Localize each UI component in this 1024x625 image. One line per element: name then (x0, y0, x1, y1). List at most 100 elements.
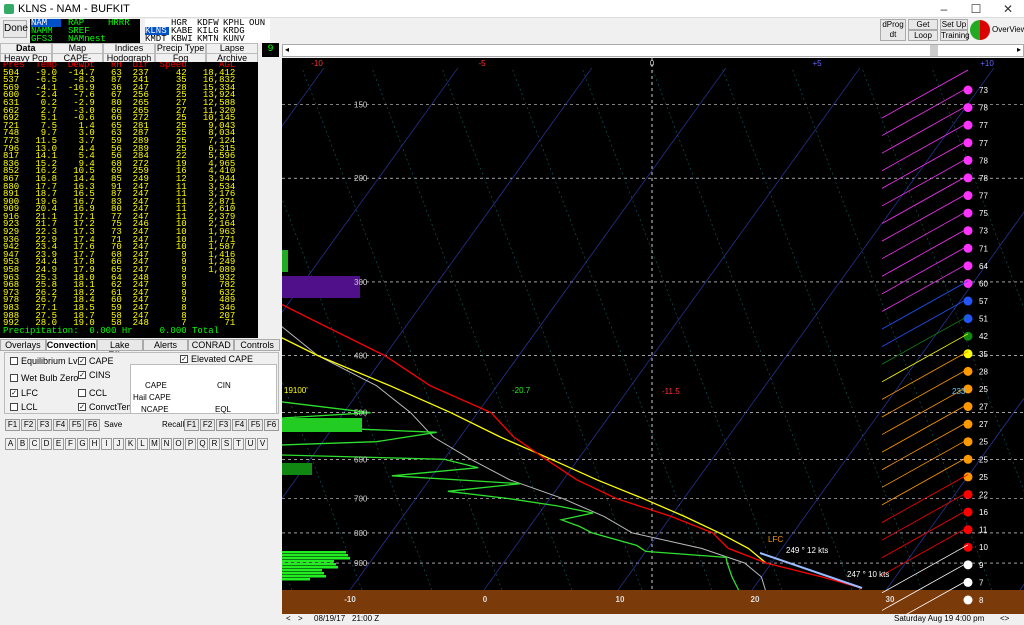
equilibrium-checkbox[interactable]: Equilibrium Lvl (10, 356, 80, 366)
model-hrrr[interactable]: HRRR (108, 19, 130, 28)
done-button[interactable]: Done (3, 20, 28, 38)
tab-convection[interactable]: Convection (45, 339, 97, 351)
letter-button[interactable]: G (77, 438, 88, 450)
fkey-button[interactable]: F1 (5, 419, 20, 431)
overview-button[interactable]: OverView (992, 25, 1024, 34)
level-value: 78 (979, 174, 988, 183)
station[interactable]: KUNV (223, 35, 245, 44)
fkey-button[interactable]: F5 (248, 419, 263, 431)
training-button[interactable]: Training (940, 30, 970, 41)
elevated-cape-checkbox[interactable]: ✓ Elevated CAPE (180, 354, 253, 364)
top-scale-label: +5 (812, 59, 822, 68)
model-gfs3[interactable]: GFS3 (31, 35, 53, 44)
letter-button[interactable]: F (65, 438, 76, 450)
lcl-checkbox[interactable]: LCL (10, 402, 38, 412)
tab-alerts[interactable]: Alerts (142, 339, 189, 351)
lfc-checkbox[interactable]: ✓ LFC (10, 388, 38, 398)
fkey-button[interactable]: F2 (200, 419, 215, 431)
fkey-button[interactable]: F1 (184, 419, 199, 431)
ccl-checkbox[interactable]: CCL (78, 388, 107, 398)
letter-button[interactable]: N (161, 438, 172, 450)
letter-button[interactable]: A (5, 438, 16, 450)
scroll-right-arrow[interactable]: ▸ (1017, 45, 1021, 54)
letter-button[interactable]: U (245, 438, 256, 450)
status-time: 21:00 Z (352, 614, 380, 623)
letter-button[interactable]: C (29, 438, 40, 450)
level-value: 35 (979, 350, 988, 359)
get-data-button[interactable]: Get Data (908, 19, 938, 38)
level-value: 78 (979, 104, 988, 113)
letter-button[interactable]: J (113, 438, 124, 450)
dprog-button[interactable]: dProg dt (880, 19, 906, 41)
cape-label: CAPE (145, 381, 167, 390)
level-dot (963, 454, 973, 464)
fkey-button[interactable]: F6 (264, 419, 279, 431)
station[interactable]: KBWI (171, 35, 193, 44)
level-value: 9 (979, 561, 984, 570)
letter-button[interactable]: Q (197, 438, 208, 450)
level-dot (963, 226, 973, 236)
skew-t-plot[interactable]: 150200300400500600700800900-10 -5 0 +5 +10-1… (282, 58, 1024, 614)
station[interactable]: KMTN (197, 35, 219, 44)
level-value: 28 (979, 367, 988, 376)
setup-button[interactable]: Set Up (940, 19, 968, 30)
model-namnest[interactable]: NAMnest (68, 35, 106, 44)
tab-lake-effect[interactable]: Lake Effect (96, 339, 143, 360)
cape-checkbox[interactable]: ✓ CAPE (78, 356, 114, 366)
level-bar (282, 566, 338, 569)
level-dot (963, 261, 973, 271)
prev-arrow[interactable]: < (286, 614, 291, 623)
fkey-button[interactable]: F5 (69, 419, 84, 431)
level-dot (963, 138, 973, 148)
scroll-left-arrow[interactable]: ◂ (285, 45, 289, 54)
level-dot (963, 525, 973, 535)
loop-button[interactable]: Loop (908, 30, 938, 41)
fkey-button[interactable]: F3 (216, 419, 231, 431)
level-dot (963, 349, 973, 359)
letter-button[interactable]: S (221, 438, 232, 450)
pressure-label: 200 (354, 174, 368, 183)
letter-button[interactable]: V (257, 438, 268, 450)
timeline-slider[interactable]: ◂ ▸ (282, 44, 1024, 57)
fkey-button[interactable]: F3 (37, 419, 52, 431)
cins-checkbox[interactable]: ✓ CINS (78, 370, 111, 380)
minimize-button[interactable]: – (928, 0, 960, 18)
next-arrow[interactable]: > (298, 614, 303, 623)
letter-button[interactable]: L (137, 438, 148, 450)
fkey-button[interactable]: F4 (232, 419, 247, 431)
level-dot (963, 296, 973, 306)
station[interactable]: OUN (249, 19, 265, 28)
level-value: 25 (979, 473, 988, 482)
top-scale-label: +10 (980, 59, 994, 68)
maximize-button[interactable]: ☐ (960, 0, 992, 18)
station[interactable]: KMDT (145, 35, 167, 44)
slider-thumb[interactable] (930, 45, 938, 56)
tab-conrad[interactable]: CONRAD (188, 339, 235, 351)
status-date: 08/19/17 (314, 614, 346, 623)
tab-controls[interactable]: Controls (234, 339, 280, 351)
letter-button[interactable]: E (53, 438, 64, 450)
wet-bulb-checkbox[interactable]: Wet Bulb Zero (10, 373, 78, 383)
fkey-button[interactable]: F6 (85, 419, 100, 431)
fkey-button[interactable]: F2 (21, 419, 36, 431)
letter-button[interactable]: H (89, 438, 100, 450)
level-value: 77 (979, 192, 988, 201)
letter-button[interactable]: M (149, 438, 160, 450)
letter-button[interactable]: D (41, 438, 52, 450)
overview-icon[interactable] (970, 20, 990, 40)
letter-button[interactable]: K (125, 438, 136, 450)
close-button[interactable]: ✕ (992, 0, 1024, 18)
letter-button[interactable]: P (185, 438, 196, 450)
status-arrows[interactable]: <> (1000, 614, 1009, 623)
letter-button[interactable]: O (173, 438, 184, 450)
letter-button[interactable]: B (17, 438, 28, 450)
level-value: 77 (979, 121, 988, 130)
level-dot (963, 419, 973, 429)
letter-button[interactable]: I (101, 438, 112, 450)
level-bar (282, 563, 336, 566)
precip-summary: Precipitation: 0.000 Hr 0.000 Total (3, 325, 220, 336)
tab-overlays[interactable]: Overlays (0, 339, 46, 351)
letter-button[interactable]: T (233, 438, 244, 450)
letter-button[interactable]: R (209, 438, 220, 450)
fkey-button[interactable]: F4 (53, 419, 68, 431)
